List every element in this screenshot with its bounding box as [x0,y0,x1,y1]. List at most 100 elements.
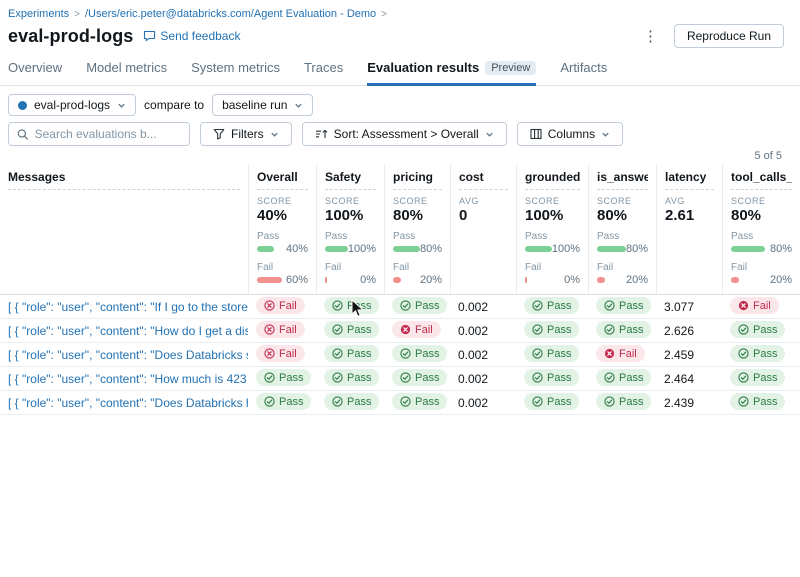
pass-check-icon [738,348,749,359]
column-title[interactable]: latency [665,168,714,190]
pass-bar-label: Pass [525,231,580,242]
search-box[interactable] [8,122,190,146]
tab-system-metrics[interactable]: System metrics [191,58,280,86]
badge-label: Pass [347,396,371,408]
overflow-menu-icon[interactable]: ⋮ [639,27,662,46]
pass-badge[interactable]: Pass [324,345,379,362]
compare-to-label: compare to [144,98,204,112]
pass-badge[interactable]: Pass [524,393,579,410]
fail-root-cause-icon [738,300,749,311]
pass-badge[interactable]: Pass [392,369,447,386]
pass-badge[interactable]: Pass [730,369,785,386]
column-title-messages[interactable]: Messages [8,168,240,190]
pass-badge[interactable]: Pass [524,297,579,314]
assessment-cell: Pass [722,393,800,412]
column-stat-label: SCORE [393,196,442,206]
pass-check-icon [332,348,343,359]
column-stat-value: 100% [525,207,580,224]
search-icon [17,128,29,141]
sort-button[interactable]: Sort: Assessment > Overall [302,122,507,146]
table-row[interactable]: [ { "role": "user", "content": "Does Dat… [0,343,800,367]
breadcrumb-experiment-path[interactable]: /Users/eric.peter@databricks.com/Agent E… [85,8,376,20]
reproduce-run-button[interactable]: Reproduce Run [674,24,784,48]
metric-value-cell: 2.626 [656,322,722,340]
breadcrumb-experiments[interactable]: Experiments [8,8,69,20]
fail-badge[interactable]: Fail [256,345,305,362]
run-selector[interactable]: eval-prod-logs [8,94,136,116]
pass-badge[interactable]: Pass [524,369,579,386]
page-header: Experiments > /Users/eric.peter@databric… [0,0,800,48]
badge-label: Fail [279,300,297,312]
assessment-cell: Pass [516,345,588,364]
message-cell[interactable]: [ { "role": "user", "content": "Does Dat… [0,396,248,410]
message-cell[interactable]: [ { "role": "user", "content": "If I go … [0,300,248,314]
column-title[interactable]: is_answer_rel... [597,168,648,190]
baseline-run-selector[interactable]: baseline run [212,94,313,116]
pass-badge[interactable]: Pass [392,345,447,362]
tab-traces[interactable]: Traces [304,58,343,86]
column-stat-label: AVG [665,196,714,206]
fail-badge[interactable]: Fail [256,321,305,338]
pass-badge[interactable]: Pass [324,321,379,338]
column-title[interactable]: Overall [257,168,308,190]
pass-badge[interactable]: Pass [596,393,651,410]
fail-badge[interactable]: Fail [256,297,305,314]
column-title[interactable]: cost [459,168,508,190]
send-feedback-link[interactable]: Send feedback [143,29,240,43]
pass-check-icon [264,396,275,407]
column-stat-label: SCORE [731,196,792,206]
columns-button[interactable]: Columns [517,122,623,146]
pass-badge[interactable]: Pass [324,369,379,386]
pass-badge[interactable]: Pass [730,321,785,338]
tab-evaluation-results[interactable]: Evaluation resultsPreview [367,58,536,86]
assessment-cell: Pass [384,393,450,412]
search-input[interactable] [35,127,181,141]
pass-badge[interactable]: Pass [256,393,311,410]
badge-label: Pass [415,396,439,408]
column-title[interactable]: tool_calls_are... [731,168,792,190]
badge-label: Pass [619,372,643,384]
column-title[interactable]: Safety [325,168,376,190]
metric-value-cell: 0.002 [450,298,516,316]
assessment-cell: Pass [316,393,384,412]
fail-badge[interactable]: Fail [392,321,441,338]
pass-badge[interactable]: Pass [256,369,311,386]
message-cell[interactable]: [ { "role": "user", "content": "How much… [0,372,248,386]
tab-artifacts[interactable]: Artifacts [560,58,607,86]
column-stat-label: SCORE [597,196,648,206]
pass-badge[interactable]: Pass [324,393,379,410]
fail-badge[interactable]: Fail [730,297,779,314]
pass-badge[interactable]: Pass [596,369,651,386]
pass-badge[interactable]: Pass [596,321,651,338]
filters-button[interactable]: Filters [200,122,292,146]
tab-label: Model metrics [86,60,167,75]
table-row[interactable]: [ { "role": "user", "content": "How much… [0,367,800,391]
pass-check-icon [400,348,411,359]
table-row[interactable]: [ { "role": "user", "content": "How do I… [0,319,800,343]
column-title[interactable]: pricing [393,168,442,190]
assessment-cell: Pass [588,393,656,412]
message-cell[interactable]: [ { "role": "user", "content": "Does Dat… [0,348,248,362]
tab-model-metrics[interactable]: Model metrics [86,58,167,86]
pass-badge[interactable]: Pass [392,393,447,410]
pass-badge[interactable]: Pass [392,297,447,314]
badge-label: Pass [547,324,571,336]
pass-badge[interactable]: Pass [730,345,785,362]
pass-badge[interactable]: Pass [730,393,785,410]
column-title[interactable]: grounded_in_t... [525,168,580,190]
tab-label: Traces [304,60,343,75]
pass-badge[interactable]: Pass [524,321,579,338]
column-stat-value: 40% [257,207,308,224]
run-selector-value: eval-prod-logs [34,98,110,112]
table-row[interactable]: [ { "role": "user", "content": "Does Dat… [0,391,800,415]
pass-check-icon [532,348,543,359]
pass-badge[interactable]: Pass [524,345,579,362]
table-row[interactable]: [ { "role": "user", "content": "If I go … [0,295,800,319]
fail-badge[interactable]: Fail [596,345,645,362]
badge-label: Fail [279,348,297,360]
pass-badge[interactable]: Pass [596,297,651,314]
table-body: [ { "role": "user", "content": "If I go … [0,295,800,415]
pass-badge[interactable]: Pass [324,297,379,314]
tab-overview[interactable]: Overview [8,58,62,86]
message-cell[interactable]: [ { "role": "user", "content": "How do I… [0,324,248,338]
